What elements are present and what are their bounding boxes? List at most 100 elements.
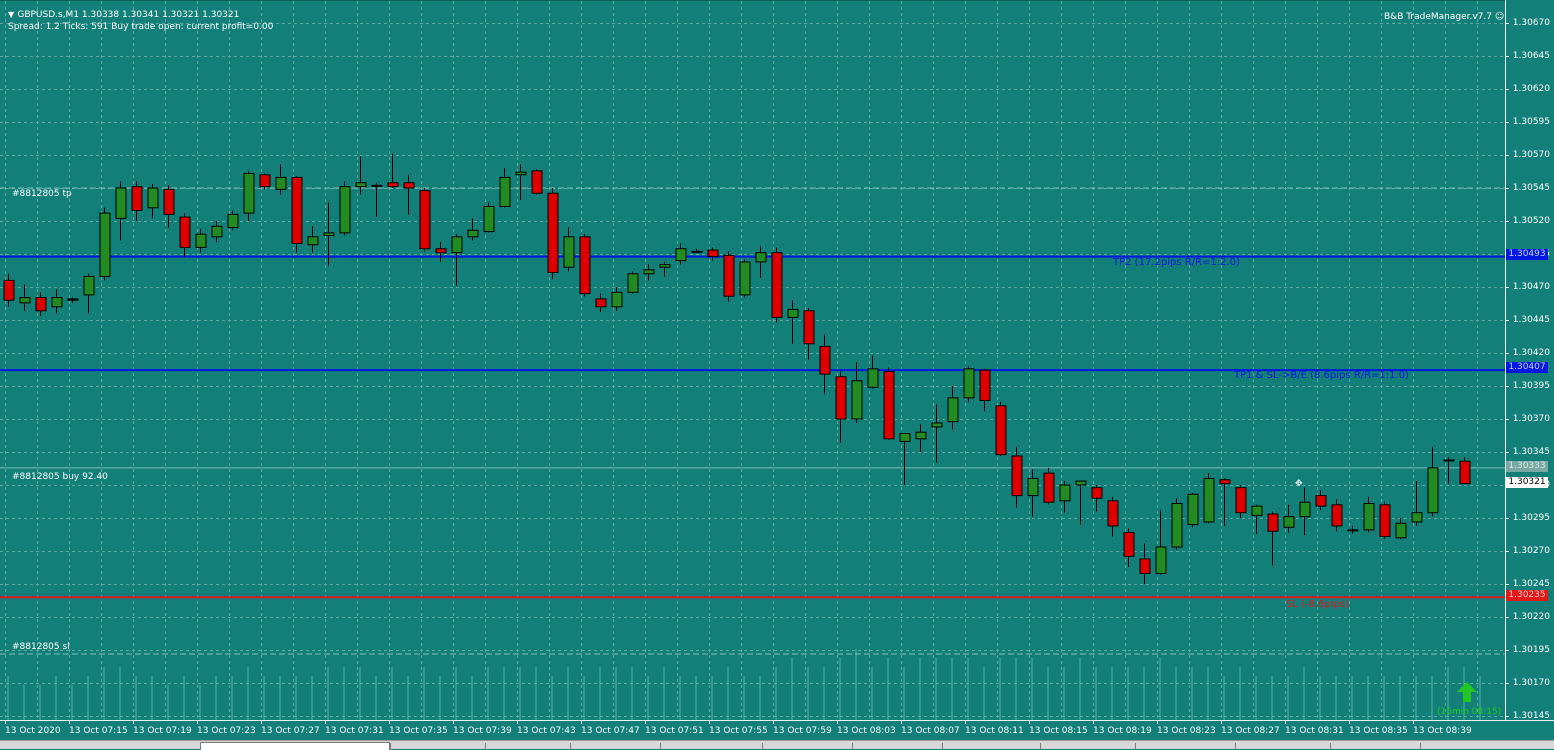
chart-area[interactable]: ▼ GBPUSD.s,M1 1.30338 1.30341 1.30321 1.… bbox=[0, 0, 1505, 721]
price-tick bbox=[1506, 584, 1509, 585]
price-axis[interactable]: 1.30670 1.30645 1.30620 1.30595 1.30570 1.305… bbox=[1505, 0, 1554, 721]
price-tick bbox=[1506, 188, 1509, 189]
time-axis-label: 13 Oct 07:47 bbox=[581, 726, 640, 736]
time-tick bbox=[709, 721, 710, 724]
bear-candle bbox=[979, 369, 991, 402]
mouse-cursor-icon: ✥ bbox=[1295, 479, 1303, 489]
price-tick bbox=[1506, 221, 1509, 222]
bear-candle bbox=[723, 254, 735, 297]
price-axis-label: 1.30620 bbox=[1512, 83, 1550, 94]
price-axis-label: 1.30170 bbox=[1512, 677, 1550, 688]
chart-tab-bar[interactable] bbox=[0, 740, 1554, 750]
bear-candle bbox=[1043, 472, 1055, 503]
bull-candle bbox=[931, 422, 943, 428]
time-axis-label: 13 Oct 08:11 bbox=[965, 726, 1024, 736]
symbol-quote: GBPUSD.s,M1 1.30338 1.30341 1.30321 1.30… bbox=[17, 10, 240, 20]
candlestick-chart[interactable] bbox=[0, 1, 1505, 721]
bull-candle bbox=[51, 297, 63, 308]
bull-candle bbox=[867, 368, 879, 388]
bear-candle bbox=[1379, 504, 1391, 537]
bear-candle bbox=[1235, 487, 1247, 514]
bear-candle bbox=[531, 170, 543, 194]
smiley-icon: ☺ bbox=[1494, 12, 1505, 22]
bull-candle bbox=[1347, 529, 1359, 532]
symbol-header[interactable]: ▼ GBPUSD.s,M1 1.30338 1.30341 1.30321 1.… bbox=[8, 9, 239, 21]
bull-candle bbox=[83, 275, 95, 296]
price-axis-label: 1.30295 bbox=[1512, 512, 1550, 523]
price-tick bbox=[1506, 23, 1509, 24]
bid-price-tag: 1.30321 bbox=[1506, 477, 1548, 488]
bull-candle bbox=[355, 182, 367, 188]
bull-candle bbox=[1203, 477, 1215, 523]
bear-candle bbox=[771, 252, 783, 318]
tp-order-label: #8812805 tp bbox=[12, 189, 72, 199]
time-tick bbox=[837, 721, 838, 724]
time-axis-label: 13 Oct 08:35 bbox=[1349, 726, 1408, 736]
time-tick bbox=[581, 721, 582, 724]
bull-candle bbox=[499, 176, 511, 207]
status-line: Spread: 1.2 Ticks: 591 Buy trade open: c… bbox=[8, 22, 274, 32]
bear-candle bbox=[1331, 504, 1343, 527]
bear-candle bbox=[3, 279, 15, 301]
bull-candle bbox=[627, 273, 639, 293]
bull-candle bbox=[1155, 546, 1167, 574]
bull-candle bbox=[467, 229, 479, 238]
sl-order-label: #8812805 sl bbox=[12, 642, 70, 652]
bear-candle bbox=[1123, 532, 1135, 557]
time-tick bbox=[389, 721, 390, 724]
bear-candle bbox=[435, 248, 447, 254]
bull-candle bbox=[1251, 505, 1263, 516]
time-axis-label: 13 Oct 08:03 bbox=[837, 726, 896, 736]
bull-candle bbox=[1171, 502, 1183, 548]
bull-candle bbox=[1363, 502, 1375, 531]
price-tick bbox=[1506, 386, 1509, 387]
time-tick bbox=[1157, 721, 1158, 724]
bull-candle bbox=[1075, 480, 1087, 486]
price-tick bbox=[1506, 320, 1509, 321]
time-axis-label: 13 Oct 07:23 bbox=[197, 726, 256, 736]
bull-candle bbox=[1443, 459, 1455, 462]
time-axis[interactable]: 13 Oct 2020 13 Oct 07:15 13 Oct 07:19 13 Oc… bbox=[0, 720, 1554, 740]
bull-candle bbox=[19, 297, 31, 304]
time-axis-label: 13 Oct 08:19 bbox=[1093, 726, 1152, 736]
time-tick bbox=[965, 721, 966, 724]
time-tick bbox=[5, 721, 6, 724]
bear-candle bbox=[835, 376, 847, 420]
time-axis-label: 13 Oct 08:07 bbox=[901, 726, 960, 736]
bull-candle bbox=[339, 186, 351, 234]
bear-candle bbox=[579, 236, 591, 295]
price-tick bbox=[1506, 452, 1509, 453]
tp1-price-tag: 1.30407 bbox=[1506, 362, 1548, 373]
time-axis-label: 13 Oct 07:31 bbox=[325, 726, 384, 736]
time-tick bbox=[453, 721, 454, 724]
time-tick bbox=[133, 721, 134, 724]
bull-candle bbox=[195, 233, 207, 248]
bull-candle bbox=[851, 380, 863, 420]
bear-candle bbox=[1091, 487, 1103, 499]
bull-candle bbox=[1027, 477, 1039, 497]
trade-manager-name: B&B TradeManager.v7.7 bbox=[1384, 12, 1492, 22]
price-tick bbox=[1506, 551, 1509, 552]
bear-candle bbox=[1315, 495, 1327, 507]
time-tick bbox=[1413, 721, 1414, 724]
time-axis-label: 13 Oct 07:55 bbox=[709, 726, 768, 736]
bull-candle bbox=[211, 225, 223, 238]
bull-candle bbox=[1283, 516, 1295, 528]
time-tick bbox=[1285, 721, 1286, 724]
price-axis-label: 1.30570 bbox=[1512, 149, 1550, 160]
collapse-triangle-icon[interactable]: ▼ bbox=[8, 10, 14, 19]
time-tick bbox=[1221, 721, 1222, 724]
bear-candle bbox=[1459, 460, 1471, 485]
price-axis-label: 1.30545 bbox=[1512, 182, 1550, 193]
time-axis-label: 13 Oct 08:23 bbox=[1157, 726, 1216, 736]
time-tick bbox=[197, 721, 198, 724]
price-axis-label: 1.30445 bbox=[1512, 314, 1550, 325]
bull-candle bbox=[275, 176, 287, 190]
time-axis-label: 13 Oct 07:15 bbox=[69, 726, 128, 736]
bear-candle bbox=[707, 249, 719, 258]
bull-candle bbox=[611, 291, 623, 308]
bull-candle bbox=[1299, 501, 1311, 518]
bull-candle bbox=[947, 397, 959, 423]
bear-candle bbox=[819, 345, 831, 375]
bull-candle bbox=[563, 236, 575, 268]
